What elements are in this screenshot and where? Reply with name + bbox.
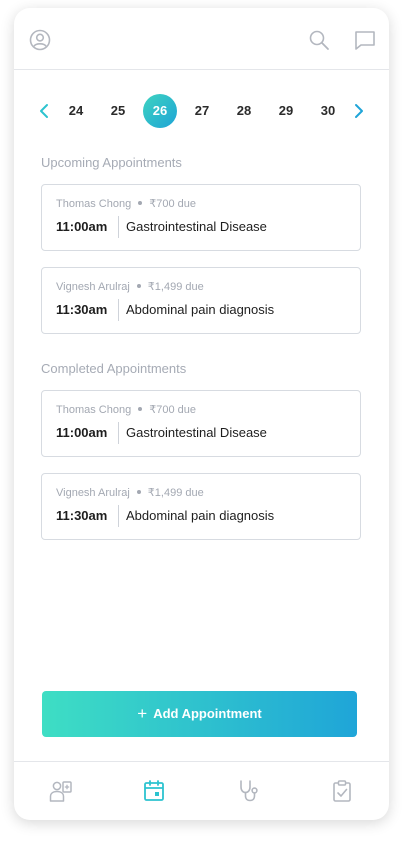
calendar-icon[interactable] (141, 778, 167, 804)
chevron-left-icon[interactable] (36, 102, 54, 120)
chat-icon[interactable] (353, 29, 377, 51)
appointment-description: Gastrointestinal Disease (126, 219, 267, 234)
clipboard-check-icon[interactable] (329, 778, 355, 804)
date-selector: 24 25 26 27 28 29 30 (14, 94, 389, 128)
date-item[interactable]: 25 (101, 94, 135, 128)
appointment-meta: Vignesh Arulraj ₹1,499 due (56, 280, 204, 293)
profile-icon[interactable] (29, 29, 51, 51)
chevron-right-icon[interactable] (349, 102, 367, 120)
appointment-description: Abdominal pain diagnosis (126, 302, 275, 317)
date-item[interactable]: 27 (185, 94, 219, 128)
date-item[interactable]: 30 (311, 94, 345, 128)
patient-name: Thomas Chong (56, 404, 132, 416)
dot-separator (136, 490, 141, 495)
date-item[interactable]: 24 (59, 94, 93, 128)
appointment-meta: Vignesh Arulraj ₹1,499 due (56, 486, 204, 499)
patient-name: Vignesh Arulraj (56, 487, 130, 499)
patient-name: Thomas Chong (56, 198, 132, 210)
dot-separator (138, 407, 143, 412)
appointment-time: 11:30am (56, 302, 108, 317)
amount-due: ₹1,499 due (147, 487, 204, 499)
upcoming-section-title: Upcoming Appointments (41, 155, 182, 170)
date-item[interactable]: 29 (269, 94, 303, 128)
appointment-card[interactable]: Thomas Chong ₹700 due 11:00am Gastrointes… (41, 390, 361, 457)
amount-due: ₹700 due (149, 404, 196, 416)
app-card: 24 25 26 27 28 29 30 Upcoming Appointmen… (14, 8, 389, 820)
date-item-selected[interactable]: 26 (143, 94, 177, 128)
search-icon[interactable] (308, 29, 330, 51)
bottom-nav (14, 761, 389, 820)
divider (118, 505, 119, 527)
divider (118, 422, 119, 444)
appointment-meta: Thomas Chong ₹700 due (56, 403, 196, 416)
date-item[interactable]: 28 (227, 94, 261, 128)
patients-icon[interactable] (48, 778, 74, 804)
add-appointment-label: Add Appointment (153, 706, 262, 721)
appointment-description: Gastrointestinal Disease (126, 425, 267, 440)
appointment-meta: Thomas Chong ₹700 due (56, 197, 196, 210)
appointment-card[interactable]: Vignesh Arulraj ₹1,499 due 11:30am Abdomi… (41, 473, 361, 540)
dot-separator (136, 284, 141, 289)
appointment-time: 11:00am (56, 425, 108, 440)
divider (118, 299, 119, 321)
appointment-time: 11:00am (56, 219, 108, 234)
top-bar (14, 8, 389, 70)
appointment-description: Abdominal pain diagnosis (126, 508, 275, 523)
divider (118, 216, 119, 238)
completed-section-title: Completed Appointments (41, 361, 187, 376)
patient-name: Vignesh Arulraj (56, 281, 130, 293)
appointment-time: 11:30am (56, 508, 108, 523)
appointment-card[interactable]: Vignesh Arulraj ₹1,499 due 11:30am Abdomi… (41, 267, 361, 334)
amount-due: ₹1,499 due (147, 281, 204, 293)
plus-icon: + (137, 704, 148, 723)
amount-due: ₹700 due (149, 198, 196, 210)
dot-separator (138, 201, 143, 206)
stethoscope-icon[interactable] (235, 778, 261, 804)
add-appointment-button[interactable]: + Add Appointment (42, 691, 357, 737)
appointment-card[interactable]: Thomas Chong ₹700 due 11:00am Gastrointes… (41, 184, 361, 251)
